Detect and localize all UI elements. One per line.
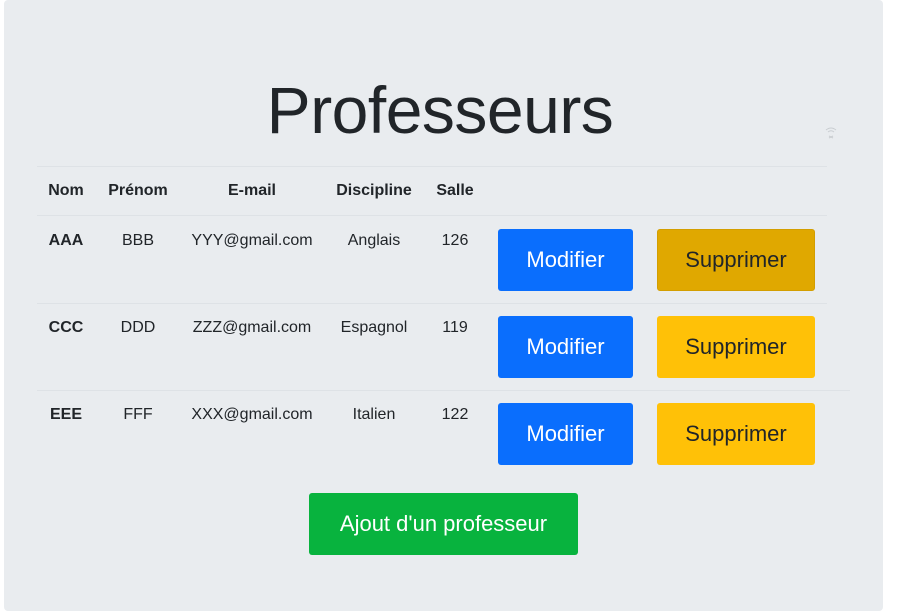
modifier-button[interactable]: Modifier [498,229,633,291]
header-prenom: Prénom [108,182,168,199]
cell-nom: AAA [48,232,84,249]
cell-discipline: Espagnol [340,319,408,336]
page-title: Professeurs [266,73,614,147]
cell-discipline: Italien [352,406,396,423]
cell-email: ZZZ@gmail.com [192,319,312,336]
cell-prenom: FFF [123,406,153,423]
header-salle: Salle [436,182,474,199]
cell-email: YYY@gmail.com [191,232,313,249]
cell-email: XXX@gmail.com [191,406,313,423]
modifier-button[interactable]: Modifier [498,316,633,378]
table-header-border [37,215,827,216]
supprimer-button[interactable]: Supprimer [657,229,815,291]
cell-prenom: BBB [121,232,154,249]
cell-salle: 122 [441,406,469,423]
cell-nom: CCC [48,319,84,336]
header-nom: Nom [48,182,84,199]
row-divider [37,390,850,391]
add-professor-button[interactable]: Ajout d'un professeur [309,493,578,555]
wifi-icon [825,127,837,139]
header-email: E-mail [227,182,276,199]
cell-prenom: DDD [120,319,156,336]
modifier-button[interactable]: Modifier [498,403,633,465]
cell-salle: 119 [442,319,468,336]
cell-salle: 126 [441,232,469,249]
table-top-border [37,166,827,167]
cell-discipline: Anglais [347,232,401,249]
header-discipline: Discipline [336,182,412,199]
supprimer-button[interactable]: Supprimer [657,316,815,378]
cell-nom: EEE [49,406,82,423]
supprimer-button[interactable]: Supprimer [657,403,815,465]
row-divider [37,303,827,304]
